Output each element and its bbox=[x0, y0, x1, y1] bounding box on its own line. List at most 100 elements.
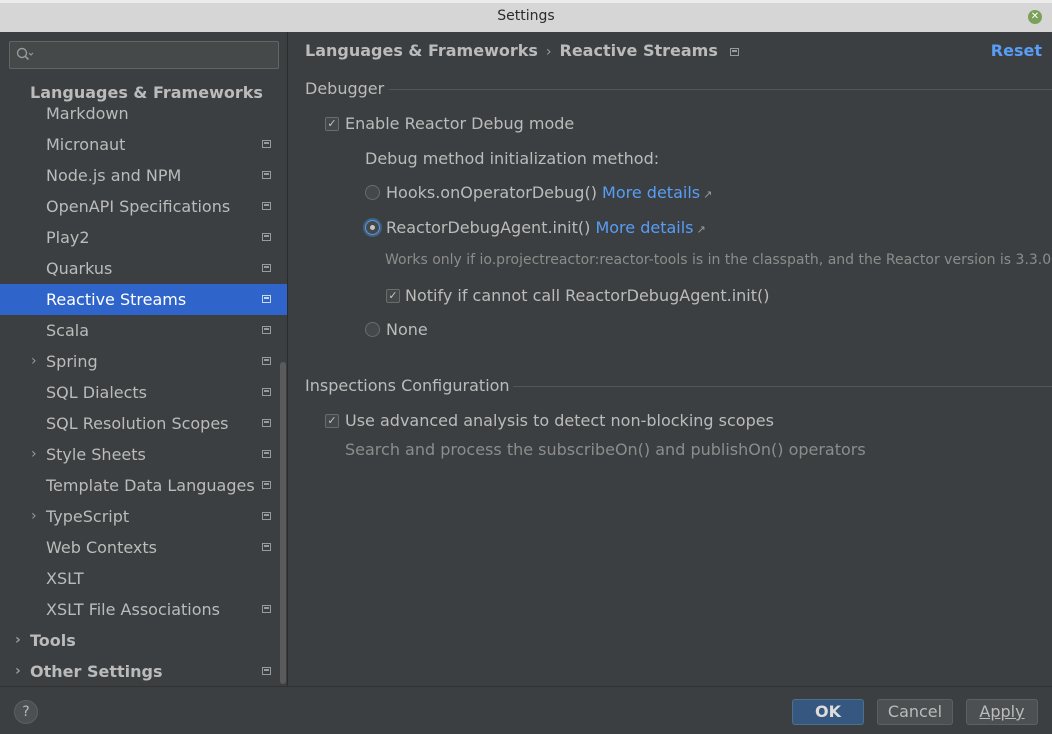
dialog-footer: ? OK Cancel Apply bbox=[0, 686, 1052, 734]
advanced-analysis-hint: Search and process the subscribeOn() and… bbox=[345, 440, 866, 459]
sidebar-item-label: Style Sheets bbox=[46, 445, 146, 464]
sidebar-item-label: Node.js and NPM bbox=[46, 166, 182, 185]
expand-chevron-icon[interactable]: › bbox=[15, 625, 21, 656]
close-icon[interactable]: ✕ bbox=[1028, 10, 1042, 24]
help-button[interactable]: ? bbox=[14, 700, 38, 724]
project-scope-icon bbox=[262, 481, 271, 489]
sidebar-item-label: Web Contexts bbox=[46, 538, 157, 557]
title-bar: Settings ✕ bbox=[0, 0, 1052, 32]
project-scope-icon bbox=[262, 140, 271, 148]
sidebar-item-web-contexts[interactable]: Web Contexts bbox=[0, 532, 287, 563]
breadcrumb: Languages & Frameworks › Reactive Streams bbox=[305, 41, 739, 60]
sidebar-item-label: Reactive Streams bbox=[46, 290, 187, 309]
sidebar-scrollbar[interactable] bbox=[280, 362, 286, 684]
apply-button-label: Apply bbox=[979, 702, 1025, 721]
option-none-label[interactable]: None bbox=[386, 320, 428, 339]
sidebar-item-scala[interactable]: Scala bbox=[0, 315, 287, 346]
option-agent-label: ReactorDebugAgent.init() More details ↗ bbox=[386, 218, 706, 237]
sidebar-item-xslt-file-associations[interactable]: XSLT File Associations bbox=[0, 594, 287, 625]
project-scope-icon bbox=[262, 388, 271, 396]
sidebar-item-xslt[interactable]: XSLT bbox=[0, 563, 287, 594]
sidebar-item-label: Micronaut bbox=[46, 135, 126, 154]
sidebar-item-template-data-languages[interactable]: Template Data Languages bbox=[0, 470, 287, 501]
settings-sidebar: Languages & Frameworks Markdown Micronaut… bbox=[0, 32, 288, 686]
group-divider bbox=[389, 89, 1052, 90]
cancel-button[interactable]: Cancel bbox=[877, 699, 953, 725]
expand-chevron-icon[interactable]: › bbox=[31, 346, 37, 377]
sidebar-item-label: Markdown bbox=[46, 104, 129, 123]
sidebar-item-label: XSLT File Associations bbox=[46, 600, 220, 619]
breadcrumb-parent[interactable]: Languages & Frameworks bbox=[305, 41, 538, 60]
search-icon bbox=[16, 47, 34, 61]
expand-chevron-icon[interactable]: › bbox=[15, 656, 21, 686]
sidebar-item-reactive-streams[interactable]: Reactive Streams bbox=[0, 284, 287, 315]
project-scope-icon bbox=[262, 419, 271, 427]
advanced-analysis-checkbox[interactable]: ✓ bbox=[325, 414, 339, 428]
sidebar-item-label: XSLT bbox=[46, 569, 84, 588]
radio-none[interactable] bbox=[365, 322, 380, 337]
project-scope-icon bbox=[262, 264, 271, 272]
window-title: Settings bbox=[497, 8, 555, 24]
radio-hooks[interactable] bbox=[365, 185, 380, 200]
sidebar-item-label: Quarkus bbox=[46, 259, 113, 278]
sidebar-item-spring[interactable]: › Spring bbox=[0, 346, 287, 377]
sidebar-item-openapi-specifications[interactable]: OpenAPI Specifications bbox=[0, 191, 287, 222]
sidebar-item-label: Template Data Languages bbox=[46, 476, 255, 495]
sidebar-item-play2[interactable]: Play2 bbox=[0, 222, 287, 253]
external-link-icon: ↗ bbox=[703, 188, 713, 201]
apply-button[interactable]: Apply bbox=[966, 699, 1038, 725]
inspections-group-title: Inspections Configuration bbox=[305, 376, 510, 395]
project-scope-icon bbox=[262, 326, 271, 334]
more-details-text[interactable]: More details bbox=[595, 218, 693, 237]
project-scope-icon bbox=[262, 605, 271, 613]
notify-checkbox[interactable]: ✓ bbox=[386, 289, 400, 303]
sidebar-item-label: Other Settings bbox=[30, 662, 163, 681]
search-input[interactable] bbox=[9, 41, 279, 69]
option-hooks-text[interactable]: Hooks.onOperatorDebug() bbox=[386, 183, 597, 202]
advanced-analysis-label[interactable]: Use advanced analysis to detect non-bloc… bbox=[345, 411, 774, 430]
project-scope-icon bbox=[262, 295, 271, 303]
project-scope-icon bbox=[262, 357, 271, 365]
sidebar-item-typescript[interactable]: › TypeScript bbox=[0, 501, 287, 532]
sidebar-item-sql-dialects[interactable]: SQL Dialects bbox=[0, 377, 287, 408]
sidebar-item-node-js-and-npm[interactable]: Node.js and NPM bbox=[0, 160, 287, 191]
enable-debug-checkbox[interactable]: ✓ bbox=[325, 117, 339, 131]
project-scope-icon bbox=[262, 450, 271, 458]
sidebar-item-label: Spring bbox=[46, 352, 98, 371]
expand-chevron-icon[interactable]: › bbox=[31, 501, 37, 532]
enable-debug-label[interactable]: Enable Reactor Debug mode bbox=[345, 114, 574, 133]
breadcrumb-current: Reactive Streams bbox=[559, 41, 718, 60]
sidebar-item-tools[interactable]: › Tools bbox=[0, 625, 287, 656]
reset-link[interactable]: Reset bbox=[991, 41, 1042, 60]
project-scope-icon bbox=[262, 543, 271, 551]
expand-chevron-icon[interactable]: › bbox=[31, 439, 37, 470]
project-scope-icon bbox=[262, 171, 271, 179]
debug-method-label: Debug method initialization method: bbox=[365, 149, 660, 168]
sidebar-item-micronaut[interactable]: Micronaut bbox=[0, 129, 287, 160]
option-agent-text[interactable]: ReactorDebugAgent.init() bbox=[386, 218, 590, 237]
breadcrumb-separator-icon: › bbox=[545, 44, 552, 60]
more-details-link[interactable]: More details ↗ bbox=[595, 218, 705, 237]
group-divider bbox=[513, 386, 1052, 387]
option-hooks-label: Hooks.onOperatorDebug() More details ↗ bbox=[386, 183, 712, 202]
sidebar-item-label: Play2 bbox=[46, 228, 90, 247]
more-details-text[interactable]: More details bbox=[602, 183, 700, 202]
sidebar-item-sql-resolution-scopes[interactable]: SQL Resolution Scopes bbox=[0, 408, 287, 439]
sidebar-item-quarkus[interactable]: Quarkus bbox=[0, 253, 287, 284]
external-link-icon: ↗ bbox=[696, 223, 706, 236]
sidebar-item-label: Scala bbox=[46, 321, 90, 340]
sidebar-item-label: Tools bbox=[30, 631, 76, 650]
notify-label[interactable]: Notify if cannot call ReactorDebugAgent.… bbox=[405, 286, 770, 305]
project-scope-icon bbox=[262, 202, 271, 210]
sidebar-item-other-settings[interactable]: › Other Settings bbox=[0, 656, 287, 686]
ok-button[interactable]: OK bbox=[792, 699, 864, 725]
sidebar-item-markdown[interactable]: Markdown bbox=[0, 98, 287, 129]
radio-agent[interactable] bbox=[365, 220, 380, 235]
sidebar-item-label: TypeScript bbox=[46, 507, 130, 526]
sidebar-item-label: SQL Resolution Scopes bbox=[46, 414, 229, 433]
settings-content: Languages & Frameworks › Reactive Streams … bbox=[289, 32, 1052, 686]
more-details-link[interactable]: More details ↗ bbox=[602, 183, 712, 202]
project-scope-icon bbox=[262, 667, 271, 675]
sidebar-item-style-sheets[interactable]: › Style Sheets bbox=[0, 439, 287, 470]
sidebar-item-label: OpenAPI Specifications bbox=[46, 197, 231, 216]
